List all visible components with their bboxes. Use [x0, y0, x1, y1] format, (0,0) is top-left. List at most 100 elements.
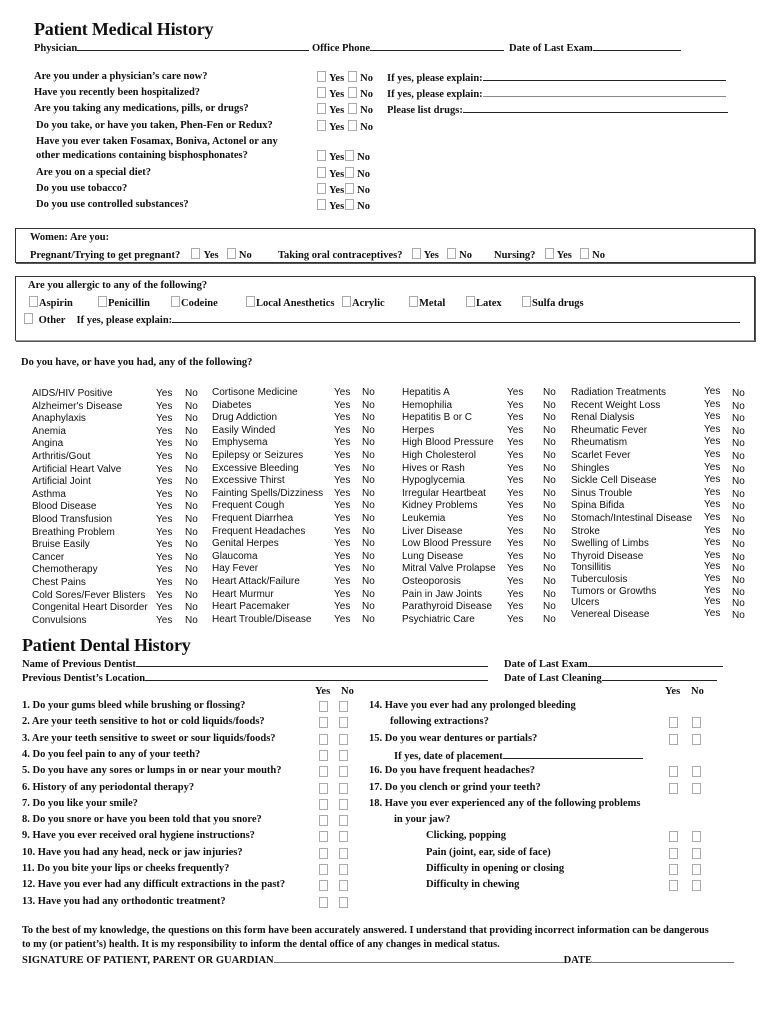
previous-dentist-input[interactable]: [135, 657, 488, 667]
condition-no-option[interactable]: No: [362, 601, 375, 612]
condition-yes-option[interactable]: Yes: [507, 614, 523, 625]
condition-yes-option[interactable]: Yes: [704, 399, 720, 410]
dentist-location-input[interactable]: [145, 671, 489, 681]
condition-yes-option[interactable]: Yes: [334, 475, 350, 486]
no-checkbox[interactable]: [348, 120, 358, 131]
condition-yes-option[interactable]: Yes: [507, 500, 523, 511]
condition-yes-option[interactable]: Yes: [507, 526, 523, 537]
condition-yes-option[interactable]: Yes: [507, 450, 523, 461]
dental-no-checkbox[interactable]: [692, 831, 701, 843]
condition-yes-option[interactable]: Yes: [507, 437, 523, 448]
condition-yes-option[interactable]: Yes: [334, 387, 350, 398]
condition-no-option[interactable]: No: [185, 401, 198, 412]
contraceptives-yes-checkbox[interactable]: [411, 248, 421, 259]
dental-no-checkbox[interactable]: [339, 766, 348, 778]
condition-no-option[interactable]: No: [543, 387, 556, 398]
condition-yes-option[interactable]: Yes: [334, 500, 350, 511]
condition-yes-option[interactable]: Yes: [156, 489, 172, 500]
condition-no-option[interactable]: No: [185, 464, 198, 475]
dental-yes-checkbox[interactable]: [319, 749, 328, 761]
condition-yes-option[interactable]: Yes: [704, 411, 720, 422]
dental-yes-checkbox[interactable]: [319, 880, 328, 892]
condition-yes-option[interactable]: Yes: [704, 512, 720, 523]
allergy-checkbox[interactable]: [98, 296, 107, 307]
condition-yes-option[interactable]: Yes: [156, 438, 172, 449]
condition-yes-option[interactable]: Yes: [704, 573, 720, 584]
condition-yes-option[interactable]: Yes: [507, 551, 523, 562]
condition-yes-option[interactable]: Yes: [334, 437, 350, 448]
condition-yes-option[interactable]: Yes: [334, 526, 350, 537]
condition-yes-option[interactable]: Yes: [156, 590, 172, 601]
condition-yes-option[interactable]: Yes: [507, 475, 523, 486]
condition-no-option[interactable]: No: [362, 450, 375, 461]
condition-yes-option[interactable]: Yes: [334, 538, 350, 549]
condition-no-option[interactable]: No: [543, 400, 556, 411]
condition-yes-option[interactable]: Yes: [507, 513, 523, 524]
dental-no-checkbox[interactable]: [692, 880, 701, 892]
condition-no-option[interactable]: No: [362, 551, 375, 562]
condition-no-option[interactable]: No: [362, 614, 375, 625]
pregnant-no-checkbox[interactable]: [226, 248, 236, 259]
dental-yes-checkbox[interactable]: [319, 701, 328, 712]
condition-no-option[interactable]: No: [185, 577, 198, 588]
yes-checkbox[interactable]: [317, 150, 326, 161]
dental-yes-checkbox[interactable]: [319, 717, 328, 729]
no-checkbox[interactable]: [345, 183, 355, 194]
condition-yes-option[interactable]: Yes: [156, 539, 172, 550]
condition-no-option[interactable]: No: [732, 501, 745, 512]
dental-yes-checkbox[interactable]: [319, 815, 328, 827]
condition-no-option[interactable]: No: [543, 463, 556, 474]
condition-no-option[interactable]: No: [543, 526, 556, 537]
condition-no-option[interactable]: No: [543, 475, 556, 486]
condition-yes-option[interactable]: Yes: [334, 551, 350, 562]
yes-checkbox[interactable]: [317, 87, 326, 98]
dental-yes-checkbox[interactable]: [669, 847, 678, 859]
condition-no-option[interactable]: No: [732, 388, 745, 399]
allergy-checkbox[interactable]: [522, 296, 531, 307]
last-cleaning-input[interactable]: [601, 671, 717, 681]
condition-yes-option[interactable]: Yes: [156, 564, 172, 575]
dental-yes-checkbox[interactable]: [319, 766, 328, 778]
condition-yes-option[interactable]: Yes: [507, 463, 523, 474]
condition-yes-option[interactable]: Yes: [334, 614, 350, 625]
dental-yes-checkbox[interactable]: [669, 766, 678, 778]
dental-yes-checkbox[interactable]: [669, 717, 678, 729]
dental-no-checkbox[interactable]: [339, 831, 348, 843]
no-checkbox[interactable]: [345, 199, 355, 210]
condition-no-option[interactable]: No: [185, 476, 198, 487]
condition-yes-option[interactable]: Yes: [704, 550, 720, 561]
condition-yes-option[interactable]: Yes: [156, 413, 172, 424]
condition-no-option[interactable]: No: [543, 589, 556, 600]
condition-no-option[interactable]: No: [185, 438, 198, 449]
condition-no-option[interactable]: No: [362, 463, 375, 474]
condition-no-option[interactable]: No: [732, 401, 745, 412]
condition-yes-option[interactable]: Yes: [704, 474, 720, 485]
no-checkbox[interactable]: [348, 103, 358, 114]
condition-no-option[interactable]: No: [185, 413, 198, 424]
condition-no-option[interactable]: No: [543, 538, 556, 549]
condition-yes-option[interactable]: Yes: [704, 424, 720, 435]
dental-no-checkbox[interactable]: [339, 815, 348, 827]
condition-no-option[interactable]: No: [362, 488, 375, 499]
condition-yes-option[interactable]: Yes: [334, 576, 350, 587]
condition-yes-option[interactable]: Yes: [156, 602, 172, 613]
allergy-checkbox[interactable]: [409, 296, 418, 307]
condition-yes-option[interactable]: Yes: [156, 501, 172, 512]
condition-yes-option[interactable]: Yes: [156, 615, 172, 626]
dental-yes-checkbox[interactable]: [319, 831, 328, 843]
no-checkbox[interactable]: [345, 150, 355, 161]
dental-yes-checkbox[interactable]: [669, 880, 678, 892]
condition-no-option[interactable]: No: [185, 564, 198, 575]
condition-no-option[interactable]: No: [362, 400, 375, 411]
condition-no-option[interactable]: No: [185, 615, 198, 626]
dental-yes-checkbox[interactable]: [319, 782, 328, 794]
condition-no-option[interactable]: No: [732, 527, 745, 538]
condition-no-option[interactable]: No: [543, 412, 556, 423]
condition-yes-option[interactable]: Yes: [704, 608, 720, 619]
dental-no-checkbox[interactable]: [339, 717, 348, 729]
dental-yes-checkbox[interactable]: [319, 798, 328, 810]
allergy-explain-input[interactable]: [172, 313, 741, 323]
condition-yes-option[interactable]: Yes: [156, 426, 172, 437]
condition-no-option[interactable]: No: [543, 513, 556, 524]
nursing-no-checkbox[interactable]: [580, 248, 590, 259]
